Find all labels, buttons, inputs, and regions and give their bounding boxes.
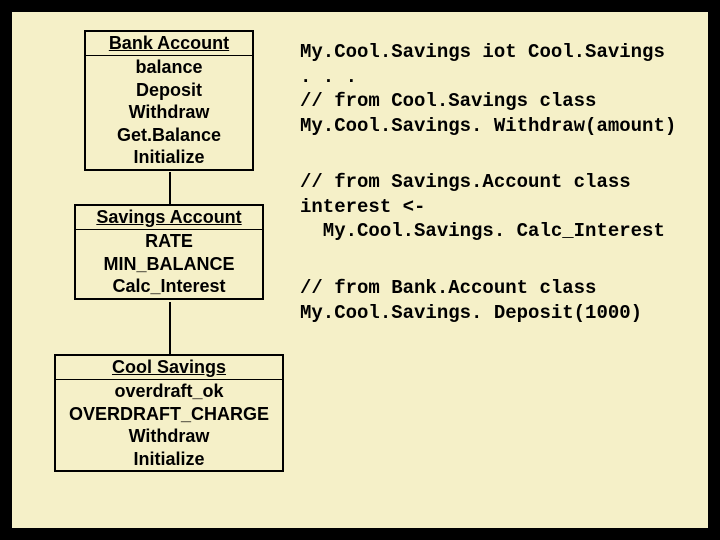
diagram-canvas: Bank Account balance Deposit Withdraw Ge… (12, 12, 708, 528)
class-row: overdraft_ok (56, 380, 282, 403)
class-title: Bank Account (86, 32, 252, 56)
class-row: OVERDRAFT_CHARGE (56, 403, 282, 426)
class-row: Withdraw (86, 101, 252, 124)
class-title: Savings Account (76, 206, 262, 230)
inheritance-connector (169, 172, 171, 204)
class-box-savings-account: Savings Account RATE MIN_BALANCE Calc_In… (74, 204, 264, 300)
class-row: Calc_Interest (76, 275, 262, 298)
class-row: MIN_BALANCE (76, 253, 262, 276)
class-row: Deposit (86, 79, 252, 102)
class-box-bank-account: Bank Account balance Deposit Withdraw Ge… (84, 30, 254, 171)
inheritance-connector (169, 302, 171, 354)
class-title: Cool Savings (56, 356, 282, 380)
class-row: Initialize (56, 448, 282, 471)
code-block-savings-account: // from Savings.Account class interest <… (300, 170, 665, 244)
class-row: Withdraw (56, 425, 282, 448)
class-row: balance (86, 56, 252, 79)
class-box-cool-savings: Cool Savings overdraft_ok OVERDRAFT_CHAR… (54, 354, 284, 472)
code-block-bank-account: // from Bank.Account class My.Cool.Savin… (300, 276, 642, 325)
class-row: RATE (76, 230, 262, 253)
class-row: Initialize (86, 146, 252, 169)
code-block-cool-savings: My.Cool.Savings iot Cool.Savings . . . /… (300, 40, 676, 139)
class-row: Get.Balance (86, 124, 252, 147)
